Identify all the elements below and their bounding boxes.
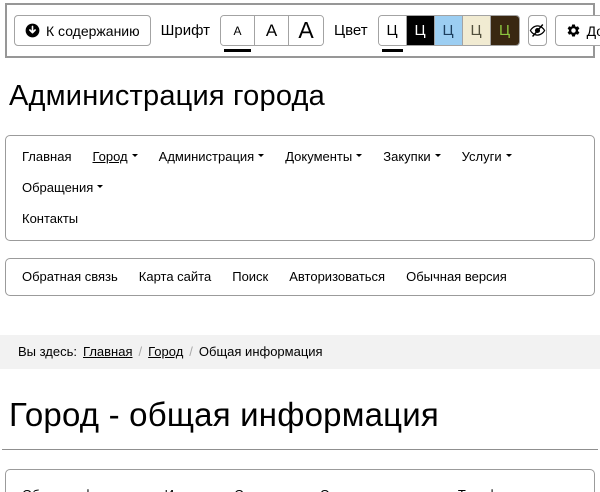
color-scheme-black-button[interactable]: Ц (407, 16, 435, 45)
site-title: Администрация города (9, 80, 600, 113)
secondary-nav: Обратная связь Карта сайта Поиск Авториз… (5, 258, 595, 296)
chevron-down-icon (506, 154, 512, 160)
speech-toggle-button[interactable] (528, 15, 547, 46)
color-scheme-beige-button[interactable]: Ц (463, 16, 491, 45)
font-size-medium-button[interactable]: A (255, 16, 289, 45)
chevron-down-icon (132, 154, 138, 160)
nav-item-gorod[interactable]: Город (92, 150, 137, 164)
breadcrumb-link-gorod[interactable]: Город (148, 344, 183, 359)
nav-item-administraciya[interactable]: Администрация (159, 150, 265, 164)
breadcrumb-separator: / (139, 344, 143, 359)
nav-item-uslugi[interactable]: Услуги (462, 150, 512, 164)
nav-item-zakupki[interactable]: Закупки (383, 150, 440, 164)
more-settings-label: Дополнительно (587, 23, 600, 39)
color-scheme-white-button[interactable]: Ц (379, 16, 407, 45)
divider (2, 449, 598, 450)
tab-ekstrennye-sluchai[interactable]: Экстренные случаи (320, 487, 439, 492)
chevron-down-icon (435, 154, 441, 160)
eye-slash-icon (529, 22, 546, 39)
arrow-circle-down-icon (25, 23, 40, 38)
nav-item-administraciya-label: Администрация (159, 149, 255, 164)
font-size-large-button[interactable]: A (289, 16, 323, 45)
breadcrumb-separator: / (189, 344, 193, 359)
color-label: Цвет (332, 22, 370, 39)
nav-item-glavnaya[interactable]: Главная (22, 150, 71, 164)
gear-icon (566, 23, 581, 38)
tab-telefony-doveriya[interactable]: Телефоны доверия (458, 487, 575, 492)
nav-item-zakupki-label: Закупки (383, 149, 430, 164)
main-nav: Главная Город Администрация Документы За… (5, 135, 595, 241)
nav-item-avtorizovatsya[interactable]: Авторизоваться (289, 270, 385, 284)
page-title: Город - общая информация (9, 396, 600, 434)
nav-item-kontakty[interactable]: Контакты (22, 211, 78, 226)
nav-item-karta-sajta[interactable]: Карта сайта (139, 270, 211, 284)
nav-item-kontakty-wrap: Контакты (22, 212, 578, 226)
tab-simvolika[interactable]: Символика (234, 487, 301, 492)
font-label: Шрифт (159, 22, 212, 39)
breadcrumb-link-glavnaya[interactable]: Главная (83, 344, 132, 359)
nav-item-gorod-label: Город (92, 149, 127, 164)
nav-item-dokumenty-label: Документы (285, 149, 352, 164)
nav-item-obrashcheniya[interactable]: Обращения (22, 181, 103, 195)
color-scheme-blue-button[interactable]: Ц (435, 16, 463, 45)
chevron-down-icon (258, 154, 264, 160)
to-content-button[interactable]: К содержанию (14, 15, 151, 46)
to-content-label: К содержанию (46, 23, 140, 39)
color-scheme-group: Ц Ц Ц Ц Ц (378, 15, 520, 46)
tab-obshchaya-informaciya[interactable]: Общая информация (22, 487, 146, 492)
chevron-down-icon (97, 185, 103, 191)
breadcrumb: Вы здесь: Главная / Город / Общая информ… (0, 335, 600, 369)
chevron-down-icon (356, 154, 362, 160)
breadcrumb-current: Общая информация (199, 344, 323, 359)
tab-istoriya[interactable]: История (165, 487, 215, 492)
nav-item-poisk[interactable]: Поиск (232, 270, 268, 284)
font-size-group: A A A (220, 15, 324, 46)
nav-item-dokumenty[interactable]: Документы (285, 150, 362, 164)
nav-item-obrashcheniya-label: Обращения (22, 180, 93, 195)
section-tabs: Общая информация История Символика Экстр… (5, 469, 595, 492)
font-size-small-button[interactable]: A (221, 16, 255, 45)
nav-item-uslugi-label: Услуги (462, 149, 502, 164)
more-settings-button[interactable]: Дополнительно (555, 15, 600, 46)
nav-item-obratnaya-svyaz[interactable]: Обратная связь (22, 270, 118, 284)
accessibility-toolbar: К содержанию Шрифт A A A Цвет Ц Ц Ц Ц Ц … (5, 3, 595, 58)
breadcrumb-prefix: Вы здесь: (18, 344, 77, 359)
color-scheme-brown-button[interactable]: Ц (491, 16, 519, 45)
nav-item-obychnaya-versiya[interactable]: Обычная версия (406, 270, 507, 284)
